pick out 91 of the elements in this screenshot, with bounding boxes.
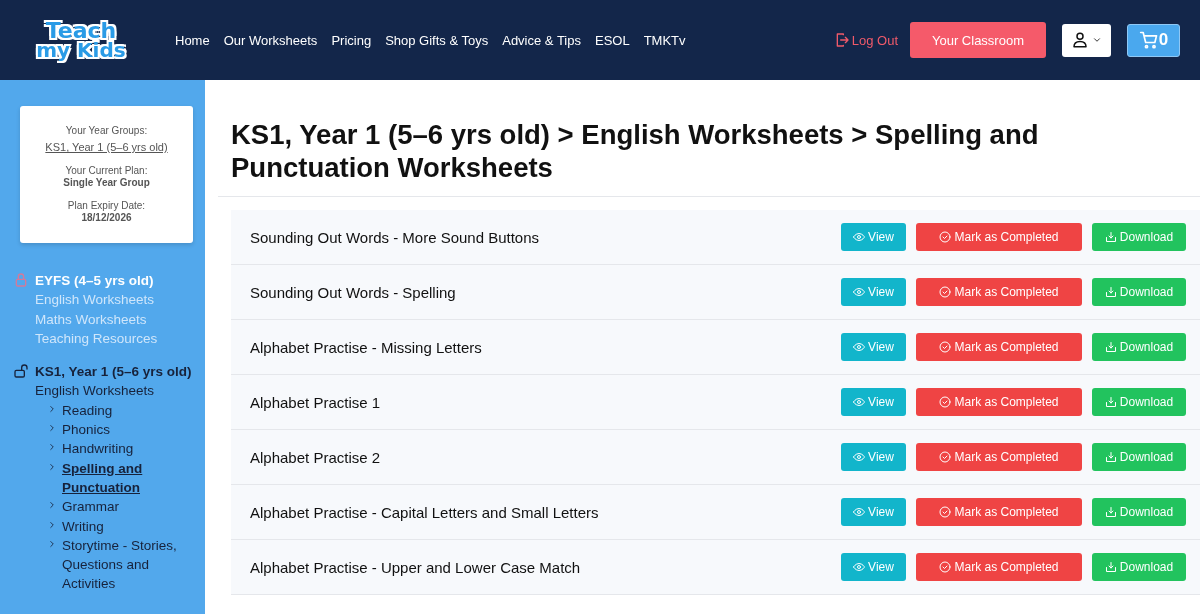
download-icon xyxy=(1104,396,1117,408)
nav-link[interactable]: Advice & Tips xyxy=(502,32,581,48)
worksheet-title: Sounding Out Words - Spelling xyxy=(250,283,457,301)
download-icon xyxy=(1104,231,1117,243)
mark-completed-button[interactable]: Mark as Completed xyxy=(916,443,1082,471)
eye-icon xyxy=(853,506,866,518)
download-button[interactable]: Download xyxy=(1092,388,1186,416)
sidebar-link[interactable]: Maths Worksheets xyxy=(35,309,158,329)
download-button[interactable]: Download xyxy=(1092,278,1186,306)
caret-icon xyxy=(1092,35,1102,45)
year-group-link[interactable]: KS1, Year 1 (5–6 yrs old) xyxy=(26,141,187,153)
mark-completed-button[interactable]: Mark as Completed xyxy=(916,223,1082,251)
chevron-icon xyxy=(47,403,57,414)
eye-icon xyxy=(853,341,866,353)
logo[interactable]: Teach my Kids xyxy=(33,21,129,59)
sidebar-link[interactable]: Grammar xyxy=(62,497,119,517)
view-button[interactable]: View xyxy=(841,278,906,306)
view-button[interactable]: View xyxy=(841,553,906,581)
sidebar-link[interactable]: Handwriting xyxy=(62,439,134,459)
group-title[interactable]: EYFS (4–5 yrs old) xyxy=(35,271,158,291)
download-button[interactable]: Download xyxy=(1092,333,1186,361)
card-label: Plan Expiry Date: xyxy=(66,199,147,212)
worksheet-title: Alphabet Practise - Missing Letters xyxy=(250,338,483,356)
sidebar-link[interactable]: Reading xyxy=(62,400,113,421)
eye-icon xyxy=(853,231,866,243)
nav-link[interactable]: Shop Gifts & Toys xyxy=(385,32,489,48)
nav-link[interactable]: Pricing xyxy=(331,32,372,48)
chevron-icon xyxy=(47,442,57,453)
group-title[interactable]: KS1, Year 1 (5–6 yrs old) xyxy=(35,362,193,382)
view-button[interactable]: View xyxy=(841,498,906,526)
check-circle-icon xyxy=(939,286,952,298)
mark-completed-button[interactable]: Mark as Completed xyxy=(916,278,1082,306)
sidebar-link[interactable]: Writing xyxy=(62,516,104,536)
eye-icon xyxy=(853,451,866,463)
card-label: Your Year Groups: xyxy=(64,124,149,137)
worksheet-title: Alphabet Practise 1 xyxy=(250,393,382,411)
eye-icon xyxy=(853,561,866,573)
chevron-icon xyxy=(47,500,57,511)
view-button[interactable]: View xyxy=(841,223,906,251)
view-button[interactable]: View xyxy=(841,443,906,471)
download-button[interactable]: Download xyxy=(1092,553,1186,581)
expiry-date: 18/12/2026 xyxy=(80,212,133,223)
download-icon xyxy=(1104,341,1117,353)
chevron-icon xyxy=(47,461,57,472)
nav-link[interactable]: Our Worksheets xyxy=(223,32,318,48)
cart-button[interactable]: 0 xyxy=(1127,23,1180,57)
chevron-icon xyxy=(47,519,57,530)
user-icon xyxy=(1071,30,1089,50)
view-button[interactable]: View xyxy=(841,333,906,361)
plan-name: Single Year Group xyxy=(62,177,151,188)
download-icon xyxy=(1104,451,1117,463)
chevron-icon xyxy=(47,538,57,549)
nav-link[interactable]: Home xyxy=(175,32,210,48)
download-icon xyxy=(1104,561,1117,573)
check-circle-icon xyxy=(939,451,952,463)
worksheet-title: Alphabet Practise 2 xyxy=(250,448,382,466)
nav-link[interactable]: ESOL xyxy=(595,32,630,48)
page-title: KS1, Year 1 (5–6 yrs old) > English Worksheets > Spelling and Punctuation Worksheets xyxy=(231,118,1040,184)
sidebar-link[interactable]: Storytime - Stories, Questions and Activities xyxy=(62,535,193,594)
eye-icon xyxy=(853,396,866,408)
download-button[interactable]: Download xyxy=(1092,443,1186,471)
check-circle-icon xyxy=(939,561,952,573)
classroom-button[interactable]: Your Classroom xyxy=(910,22,1046,58)
view-button[interactable]: View xyxy=(841,388,906,416)
worksheet-title: Alphabet Practise - Capital Letters and Small Letters xyxy=(250,503,600,521)
download-button[interactable]: Download xyxy=(1092,223,1186,251)
check-circle-icon xyxy=(939,341,952,353)
logout-link[interactable]: Log Out xyxy=(833,31,898,49)
nav-link[interactable]: TMKTv xyxy=(643,32,686,48)
sidebar-link[interactable]: English Worksheets xyxy=(35,290,158,310)
download-button[interactable]: Download xyxy=(1092,498,1186,526)
mark-completed-button[interactable]: Mark as Completed xyxy=(916,498,1082,526)
check-circle-icon xyxy=(939,506,952,518)
worksheet-title: Sounding Out Words - More Sound Buttons xyxy=(250,228,541,246)
eye-icon xyxy=(853,286,866,298)
mark-completed-button[interactable]: Mark as Completed xyxy=(916,388,1082,416)
sidebar-link[interactable]: English Worksheets xyxy=(35,381,193,401)
mark-completed-button[interactable]: Mark as Completed xyxy=(916,333,1082,361)
download-icon xyxy=(1104,286,1117,298)
check-circle-icon xyxy=(939,231,952,243)
sidebar-link[interactable]: Phonics xyxy=(62,420,111,440)
account-button[interactable] xyxy=(1062,23,1111,57)
check-circle-icon xyxy=(939,396,952,408)
sidebar-link[interactable]: Teaching Resources xyxy=(35,328,158,349)
sidebar-link[interactable]: Spelling and Punctuation xyxy=(62,458,193,498)
card-label: Your Current Plan: xyxy=(64,164,149,177)
download-icon xyxy=(1104,506,1117,518)
cart-icon xyxy=(1138,30,1159,50)
worksheet-title: Alphabet Practise - Upper and Lower Case Match xyxy=(250,558,582,576)
mark-completed-button[interactable]: Mark as Completed xyxy=(916,553,1082,581)
chevron-icon xyxy=(47,423,57,434)
